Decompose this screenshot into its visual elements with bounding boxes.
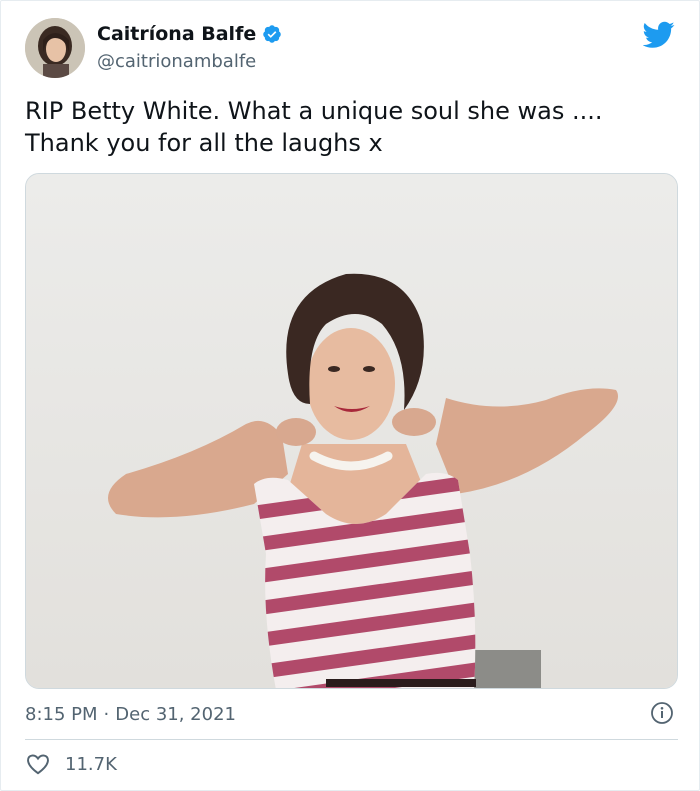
tweet-photo[interactable] [25, 173, 678, 689]
heart-icon[interactable] [25, 751, 51, 777]
tweet-timestamp[interactable]: 8:15 PM · Dec 31, 2021 [25, 704, 236, 725]
tweet-time: 8:15 PM [25, 704, 98, 725]
verified-badge-icon [263, 25, 281, 43]
timestamp-separator: · [103, 704, 110, 725]
stats-divider [25, 739, 678, 740]
twitter-bird-icon[interactable] [643, 21, 675, 49]
tweet-card: Caitríona Balfe @caitrionambalfe RIP Bet… [0, 0, 700, 791]
author-name[interactable]: Caitríona Balfe [97, 23, 256, 45]
author-handle[interactable]: @caitrionambalfe [97, 51, 256, 72]
tweet-text: RIP Betty White. What a unique soul she … [25, 97, 603, 157]
author-name-row[interactable]: Caitríona Balfe [97, 23, 282, 45]
photo-woman-striped-dress-icon [26, 174, 677, 688]
like-button[interactable]: 11.7K [25, 751, 117, 777]
avatar[interactable] [25, 18, 85, 78]
info-icon[interactable] [650, 701, 674, 725]
profile-photo-icon [25, 18, 85, 78]
tweet-date: Dec 31, 2021 [115, 704, 236, 725]
like-count: 11.7K [65, 753, 117, 775]
